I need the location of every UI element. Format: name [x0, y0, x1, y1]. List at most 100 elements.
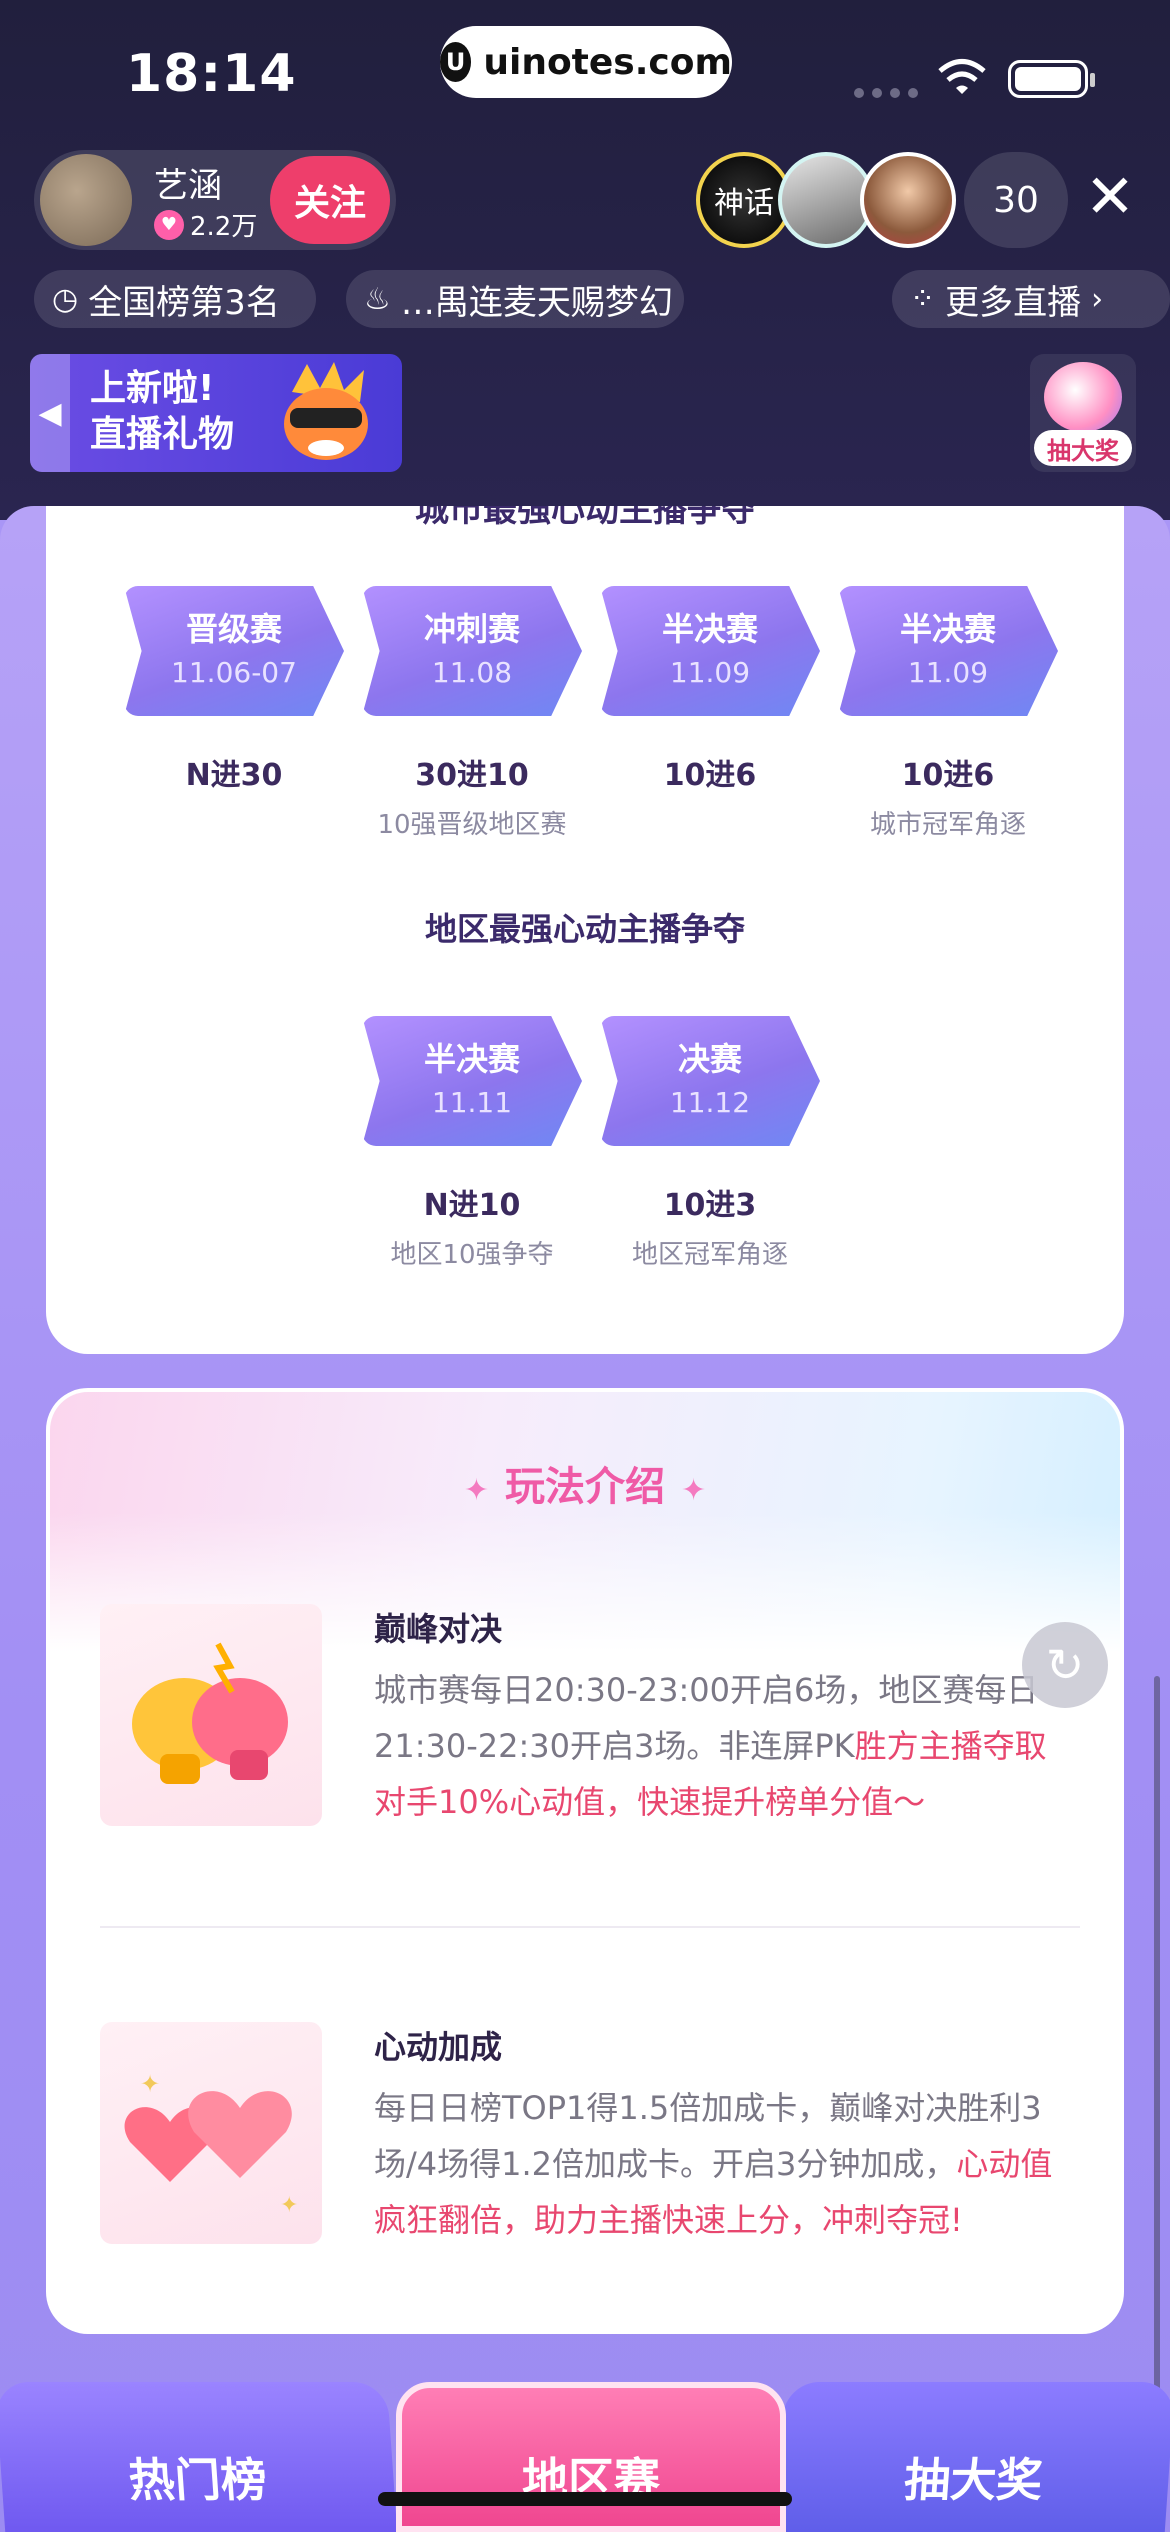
city-section-title: 城市最强心动主播争夺 [415, 506, 755, 530]
promo-line1: 上新啦! [90, 368, 215, 409]
mascot-icon [284, 362, 368, 460]
bottom-tabbar: 热门榜 抽大奖 地区赛 [0, 2382, 1170, 2532]
rule-name: 巅峰对决 [374, 1610, 503, 1648]
rule-item: ✦ ✦ 心动加成 每日日榜TOP1得1.5倍加成卡，巅峰对决胜利3场/4场得1.… [100, 2022, 1080, 2262]
rule-desc-plain: 每日日榜TOP1得1.5倍加成卡，巅峰对决胜利3场/4场得1.2倍加成卡。开启3… [374, 2089, 1042, 2183]
stage-date: 11.06-07 [171, 656, 297, 689]
hearts-icon: ✦ ✦ [100, 2022, 322, 2244]
host-avatar[interactable] [40, 154, 132, 246]
rules-title-text: 玩法介绍 [505, 1464, 665, 1510]
collapse-arrow-icon[interactable]: ◀ [30, 354, 70, 472]
viewer-list[interactable]: 神话 30 [696, 150, 1068, 250]
tab-label: 热门榜 [126, 2453, 269, 2507]
stage-result: 10进6 [663, 758, 757, 793]
clock-icon: ◷ [52, 281, 79, 317]
lianmai-chip[interactable]: ♨ …禺连麦天赐梦幻 [346, 270, 684, 328]
stage-tag: 半决赛 11.11 [362, 1016, 582, 1146]
viewer-avatar[interactable] [860, 152, 956, 248]
stage-sub: 地区10强争夺 [390, 1240, 554, 1270]
stage-name: 决赛 [677, 1040, 742, 1078]
stage-name: 冲刺赛 [423, 610, 520, 648]
chevron-right-icon: › [1091, 281, 1104, 317]
svg-text:✦: ✦ [140, 2070, 160, 2098]
status-time: 18:14 [126, 44, 297, 104]
rules-card: ✦ 玩法介绍 ✦ 巅峰对决 城市赛每日20:30-23:00开启6场，地区赛每日21… [46, 1388, 1124, 2334]
flame-icon: ♨ [364, 281, 391, 317]
host-fans-count: 2.2万 [190, 212, 258, 242]
host-fans: ♥ 2.2万 [154, 206, 257, 243]
rank-chip[interactable]: ◷ 全国榜第3名 [34, 270, 316, 328]
stage-item[interactable]: 晋级赛 11.06-07 N进30 [124, 586, 344, 804]
stage-tag: 晋级赛 11.06-07 [124, 586, 344, 716]
promo-text: 上新啦! 直播礼物 [90, 366, 234, 458]
stage-item[interactable]: 决赛 11.12 10进3 地区冠军角逐 [600, 1016, 820, 1271]
url-text: uinotes.com [483, 41, 732, 83]
stage-result: 10进6 [901, 758, 995, 793]
rules-title: ✦ 玩法介绍 ✦ [50, 1454, 1120, 1512]
svg-text:✦: ✦ [280, 2193, 298, 2218]
tab-lottery[interactable]: 抽大奖 [774, 2382, 1170, 2532]
lianmai-chip-label: …禺连麦天赐梦幻 [400, 282, 673, 323]
stage-item[interactable]: 冲刺赛 11.08 30进10 10强晋级地区赛 [362, 586, 582, 841]
tab-region-match[interactable]: 地区赛 [396, 2382, 786, 2532]
stage-result: 10进3 [663, 1188, 757, 1223]
sparkle-icon: ✦ [681, 1473, 707, 1508]
more-live-label: 更多直播 [945, 282, 1082, 323]
stage-tag: 半决赛 11.09 [838, 586, 1058, 716]
region-section-title: 地区最强心动主播争夺 [424, 910, 745, 948]
grid-icon: ⁘ [910, 281, 936, 317]
stage-sub: 城市冠军角逐 [869, 810, 1026, 840]
scrollbar[interactable] [1154, 1676, 1160, 2436]
stage-name: 半决赛 [661, 610, 758, 648]
close-icon[interactable]: ✕ [1080, 162, 1140, 232]
sparkle-icon: ✦ [463, 1473, 489, 1508]
url-pill[interactable]: U uinotes.com [440, 26, 732, 98]
stage-date: 11.08 [431, 656, 513, 689]
stage-name: 晋级赛 [185, 610, 282, 648]
viewer-count[interactable]: 30 [964, 152, 1068, 248]
stage-result: N进30 [185, 758, 283, 793]
stage-item[interactable]: 半决赛 11.11 N进10 地区10强争夺 [362, 1016, 582, 1271]
refresh-icon[interactable]: ↻ [1022, 1622, 1108, 1708]
stage-tag: 冲刺赛 11.08 [362, 586, 582, 716]
stage-date: 11.09 [669, 656, 751, 689]
more-live-chip[interactable]: ⁘ 更多直播 › [892, 270, 1170, 328]
stage-date: 11.09 [907, 656, 989, 689]
stage-date: 11.11 [431, 1086, 513, 1119]
tab-hot-rank[interactable]: 热门榜 [0, 2382, 398, 2532]
host-info[interactable]: 艺涵 ♥ 2.2万 关注 [34, 150, 396, 250]
stage-sub: 10强晋级地区赛 [377, 810, 567, 840]
lottery-badge[interactable]: 抽大奖 [1030, 354, 1136, 472]
uinotes-logo-icon: U [440, 42, 472, 82]
stage-name: 半决赛 [423, 1040, 520, 1078]
tab-label: 抽大奖 [902, 2453, 1045, 2507]
battery-icon [1008, 60, 1095, 98]
rule-name: 心动加成 [374, 2028, 503, 2066]
rule-item: 巅峰对决 城市赛每日20:30-23:00开启6场，地区赛每日21:30-22:… [100, 1604, 1080, 1844]
lottery-badge-label: 抽大奖 [1034, 430, 1132, 466]
promo-line2: 直播礼物 [90, 414, 235, 455]
divider [100, 1926, 1080, 1928]
rule-desc: 城市赛每日20:30-23:00开启6场，地区赛每日21:30-22:30开启3… [374, 1662, 1064, 1830]
home-indicator [378, 2492, 792, 2506]
boxing-gloves-icon [100, 1604, 322, 1826]
signal-icon [854, 88, 918, 98]
stage-tag: 半决赛 11.09 [600, 586, 820, 716]
stage-name: 半决赛 [899, 610, 996, 648]
lottery-orb-icon [1044, 362, 1122, 432]
stage-sub: 地区冠军角逐 [631, 1240, 788, 1270]
gift-promo-banner[interactable]: ◀ 上新啦! 直播礼物 [30, 354, 402, 472]
stage-date: 11.12 [669, 1086, 751, 1119]
stage-tag: 决赛 11.12 [600, 1016, 820, 1146]
stage-result: N进10 [423, 1188, 521, 1223]
stage-item[interactable]: 半决赛 11.09 10进6 城市冠军角逐 [838, 586, 1058, 841]
wifi-icon [938, 59, 986, 94]
live-header: 18:14 U uinotes.com 艺涵 ♥ 2.2万 关注 神话 30 ✕… [0, 0, 1170, 520]
host-name: 艺涵 [154, 166, 222, 206]
schedule-card: 城市最强心动主播争夺 晋级赛 11.06-07 N进30 冲刺赛 11.08 3… [46, 506, 1124, 1354]
stage-item[interactable]: 半决赛 11.09 10进6 [600, 586, 820, 804]
rank-chip-label: 全国榜第3名 [88, 282, 280, 323]
heart-icon: ♥ [154, 209, 184, 240]
rule-desc: 每日日榜TOP1得1.5倍加成卡，巅峰对决胜利3场/4场得1.2倍加成卡。开启3… [374, 2080, 1064, 2248]
follow-button[interactable]: 关注 [270, 156, 390, 244]
